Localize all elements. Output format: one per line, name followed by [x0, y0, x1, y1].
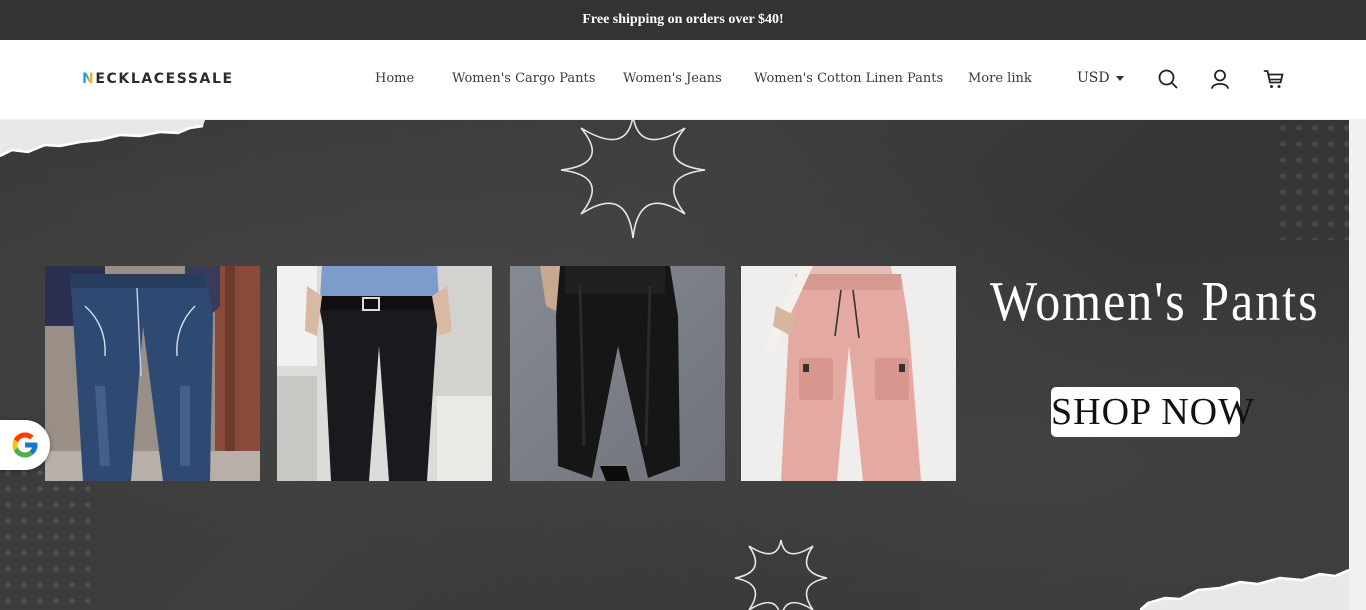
announcement-text: Free shipping on orders over $40! — [582, 12, 784, 27]
nav-womens-cargo-pants[interactable]: Women's Cargo Pants — [452, 71, 595, 86]
star-ornament — [734, 539, 828, 610]
nav-home[interactable]: Home — [375, 71, 414, 86]
product-image-pink-cargo-pants[interactable] — [741, 266, 956, 481]
search-icon[interactable] — [1157, 68, 1179, 90]
logo-initial: N — [82, 71, 96, 87]
nav-womens-jeans[interactable]: Women's Jeans — [623, 71, 722, 86]
currency-selector[interactable]: USD — [1077, 70, 1124, 86]
nav-more-link[interactable]: More link — [968, 71, 1032, 86]
halftone-pattern — [0, 465, 90, 610]
logo-text: ECKLACESSALE — [95, 71, 234, 87]
announcement-bar: Free shipping on orders over $40! — [0, 0, 1366, 40]
shop-now-button[interactable]: SHOP NOW — [1051, 387, 1254, 437]
hero-title: Women's Pants — [990, 269, 1320, 333]
page-scrollbar[interactable] — [1349, 120, 1366, 610]
chevron-down-icon — [1115, 75, 1124, 81]
site-logo[interactable]: NECKLACESSALE — [82, 71, 234, 87]
torn-paper-decoration — [1140, 568, 1349, 610]
star-ornament — [560, 120, 706, 239]
cart-icon[interactable] — [1263, 68, 1285, 90]
product-image-black-linen-pants[interactable] — [510, 266, 725, 481]
halftone-pattern — [1275, 120, 1349, 240]
product-image-black-trousers[interactable] — [277, 266, 492, 481]
site-header: NECKLACESSALE Home Women's Cargo Pants W… — [0, 40, 1366, 120]
hero-banner[interactable]: Women's Pants SHOP NOW — [0, 120, 1349, 610]
account-icon[interactable] — [1209, 68, 1231, 90]
google-icon[interactable] — [0, 420, 50, 470]
nav-womens-cotton-linen-pants[interactable]: Women's Cotton Linen Pants — [754, 71, 943, 86]
currency-value: USD — [1077, 70, 1110, 86]
product-image-bootcut-jeans[interactable] — [45, 266, 260, 481]
torn-paper-decoration — [0, 120, 205, 158]
